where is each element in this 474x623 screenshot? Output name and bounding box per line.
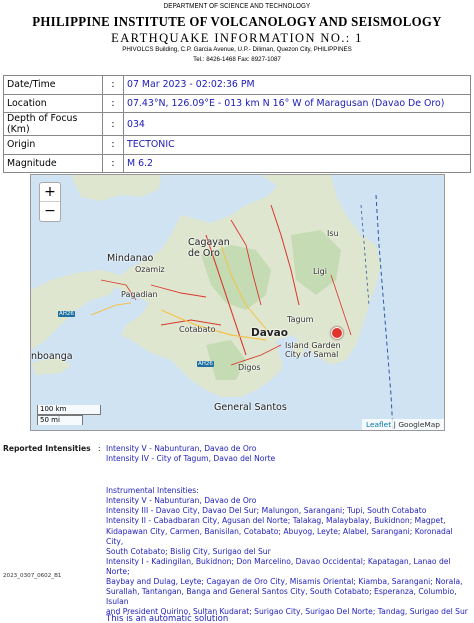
automatic-solution-note: This is an automatic solution: [106, 614, 229, 623]
map-scale-bar: 100 km 50 mi: [37, 405, 101, 425]
institute-address: PHIVOLCS Building, C.P. Garcia Avenue, U…: [122, 46, 352, 53]
reported-line: Intensity IV - City of Tagum, Davao del …: [106, 454, 276, 464]
instrumental-line: Surallah, Tantangan, Banga and General S…: [106, 587, 457, 607]
department-name: DEPARTMENT OF SCIENCE AND TECHNOLOGY: [163, 3, 311, 10]
map-label-davao: Davao: [251, 327, 288, 339]
origin-value: TECTONIC: [123, 135, 471, 155]
epicenter-map[interactable]: Cagayan de Oro Mindanao Ozamiz Pagadian …: [30, 174, 445, 431]
report-title: EARTHQUAKE INFORMATION NO.: 1: [111, 31, 363, 45]
reported-intensities-colon: :: [98, 444, 101, 453]
map-label-cagayan: Cagayan de Oro: [188, 237, 230, 259]
row-magnitude: Magnitude : M 6.2: [3, 153, 471, 174]
origin-label: Origin: [3, 135, 103, 155]
row-datetime: Date/Time : 07 Mar 2023 - 02:02:36 PM: [3, 75, 471, 95]
datetime-value: 07 Mar 2023 - 02:02:36 PM: [123, 75, 471, 95]
leaflet-link[interactable]: Leaflet: [366, 420, 391, 429]
map-label-cotabato: Cotabato: [179, 325, 216, 334]
map-label-pagadian: Pagadian: [121, 290, 158, 299]
origin-colon: :: [102, 135, 124, 155]
instrumental-line: Kidapawan City, Carmen, Banisilan, Cotab…: [106, 526, 453, 546]
instrumental-line: Intensity III - Davao City, Davao Del Su…: [106, 506, 427, 516]
institute-telephone: Tel.: 8426-1468 Fax: 8927-1087: [193, 56, 281, 63]
instrumental-line: Intensity V - Nabunturan, Davao de Oro: [106, 496, 257, 506]
googlemap-link[interactable]: GoogleMap: [398, 420, 440, 429]
reported-list: Intensity V - Nabunturan, Davao de Oro I…: [106, 444, 471, 464]
road-shield-ah26-west: AH26: [58, 311, 75, 317]
magnitude-colon: :: [102, 153, 124, 174]
magnitude-label: Magnitude: [3, 153, 103, 174]
depth-label: Depth of Focus (Km): [3, 112, 103, 137]
zoom-control: + −: [39, 182, 61, 222]
location-colon: :: [102, 93, 124, 114]
row-depth: Depth of Focus (Km) : 034: [3, 112, 471, 137]
scale-mi: 50 mi: [37, 415, 83, 425]
map-label-zamboanga: nboanga: [31, 351, 73, 362]
road-shield-ah26-south: AH26: [197, 361, 214, 367]
earthquake-details-table: Date/Time : 07 Mar 2023 - 02:02:36 PM Lo…: [3, 75, 471, 174]
row-origin: Origin : TECTONIC: [3, 135, 471, 155]
location-label: Location: [3, 93, 103, 114]
reference-id: 2023_0307_0602_B1: [3, 573, 62, 579]
instrumental-line: South Cotabato; Bislig City, Surigao del…: [106, 546, 271, 556]
zoom-in-button[interactable]: +: [40, 183, 60, 202]
institute-name: PHILIPPINE INSTITUTE OF VOLCANOLOGY AND …: [32, 14, 442, 29]
map-label-tagum: Tagum: [287, 315, 314, 324]
map-label-general-santos: General Santos: [214, 402, 287, 413]
instrumental-line: Baybay and Dulag, Leyte; Cagayan de Oro …: [106, 577, 463, 587]
instrumental-title: Instrumental Intensities:: [106, 486, 199, 496]
depth-colon: :: [102, 112, 124, 137]
instrumental-line: Intensity I - Kadingilan, Bukidnon; Don …: [106, 556, 451, 576]
map-label-isu: Isu: [327, 229, 339, 238]
epicenter-marker[interactable]: [331, 327, 343, 339]
map-attribution: Leaflet | GoogleMap: [361, 419, 444, 430]
map-label-ozamiz: Ozamiz: [135, 265, 165, 274]
magnitude-value: M 6.2: [123, 153, 471, 174]
instrumental-line: Intensity II - Cabadbaran City, Agusan d…: [106, 516, 446, 526]
datetime-label: Date/Time: [3, 75, 103, 95]
reported-intensities-body: Intensity V - Nabunturan, Davao de Oro I…: [106, 444, 471, 617]
map-label-island-garden: Island Garden City of Samal: [285, 341, 341, 359]
map-label-mindanao: Mindanao: [107, 253, 154, 264]
depth-value: 034: [123, 112, 471, 137]
location-value: 07.43°N, 126.09°E - 013 km N 16° W of Ma…: [123, 93, 471, 114]
reported-line: Intensity V - Nabunturan, Davao de Oro: [106, 444, 257, 453]
map-label-digos: Digos: [238, 363, 261, 372]
report-header: DEPARTMENT OF SCIENCE AND TECHNOLOGY PHI…: [0, 0, 474, 68]
map-label-ligi: Ligi: [313, 267, 327, 276]
scale-km: 100 km: [37, 405, 101, 415]
instrumental-list: Instrumental Intensities: Intensity V - …: [106, 486, 471, 617]
datetime-colon: :: [102, 75, 124, 95]
zoom-out-button[interactable]: −: [40, 202, 60, 221]
map-base-layer: [31, 175, 444, 430]
row-location: Location : 07.43°N, 126.09°E - 013 km N …: [3, 93, 471, 114]
reported-intensities-label: Reported Intensities: [3, 444, 91, 453]
